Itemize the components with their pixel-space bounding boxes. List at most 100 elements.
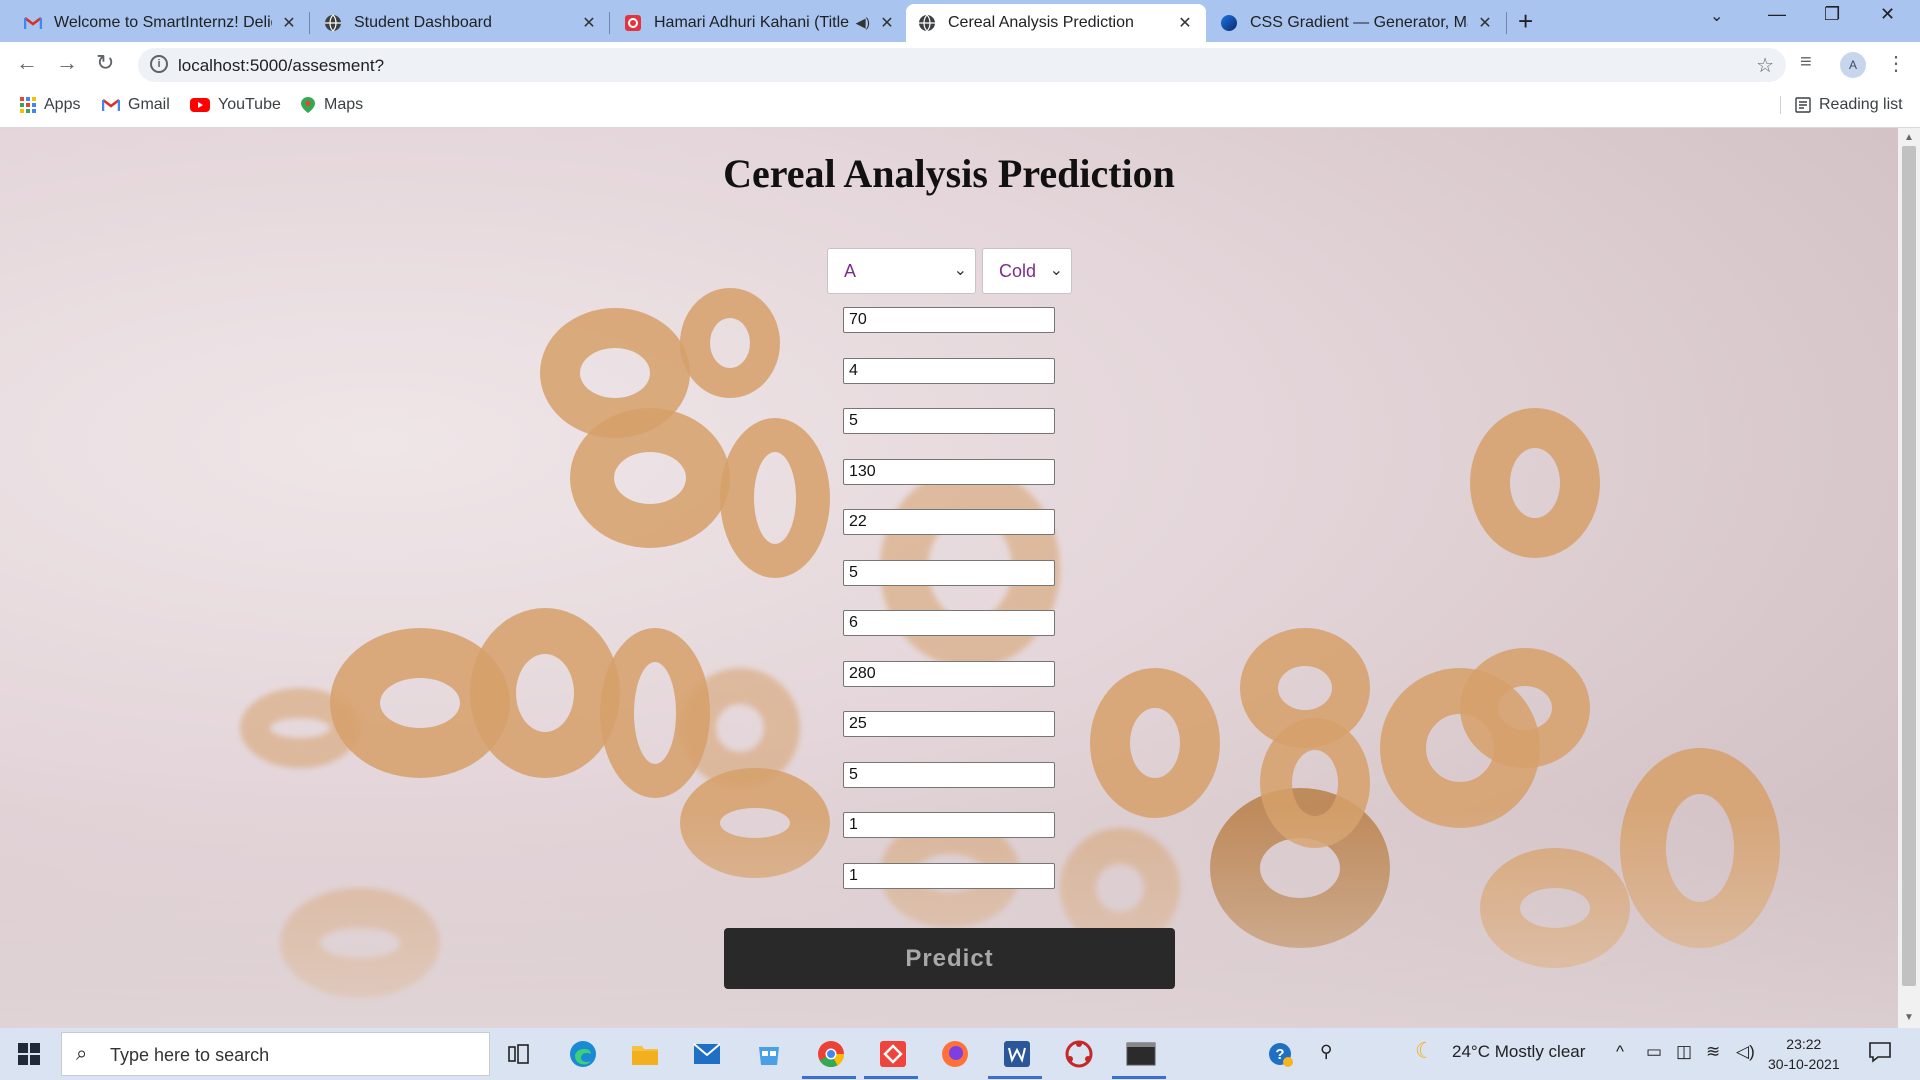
reading-list-icon xyxy=(1795,97,1811,113)
reading-list[interactable]: Reading list xyxy=(1780,96,1903,114)
youtube-icon xyxy=(190,98,210,112)
restore-icon[interactable]: ❐ xyxy=(1824,4,1840,25)
fiber-input[interactable] xyxy=(843,509,1055,535)
bookmark-star-icon[interactable]: ☆ xyxy=(1756,53,1774,78)
ubuntu-icon[interactable] xyxy=(1062,1038,1096,1070)
vitamins-input[interactable] xyxy=(843,711,1055,737)
tab-student-dashboard[interactable]: Student Dashboard ✕ xyxy=(312,4,610,42)
weather-moon-icon: ☾ xyxy=(1415,1038,1435,1063)
mail-icon[interactable] xyxy=(690,1038,724,1070)
show-hidden-icons-icon[interactable]: ^ xyxy=(1616,1042,1624,1062)
close-tab-icon[interactable]: ✕ xyxy=(1476,13,1494,33)
reading-list-label: Reading list xyxy=(1819,96,1903,113)
scrollbar-thumb[interactable] xyxy=(1902,146,1916,986)
tab-divider xyxy=(609,12,610,34)
minimize-icon[interactable]: — xyxy=(1768,4,1786,25)
windows-start-icon[interactable] xyxy=(18,1043,40,1065)
help-icon[interactable]: ? xyxy=(1268,1042,1294,1073)
people-icon[interactable]: ⚲ xyxy=(1320,1042,1332,1062)
gmail-icon xyxy=(24,14,42,32)
calories-input[interactable] xyxy=(843,307,1055,333)
search-icon: ⌕ xyxy=(76,1043,88,1065)
terminal-icon[interactable] xyxy=(1124,1038,1158,1070)
site-info-icon[interactable]: i xyxy=(150,55,168,73)
reload-icon[interactable]: ↻ xyxy=(96,50,114,76)
carbo-input[interactable] xyxy=(843,560,1055,586)
tab-music[interactable]: Hamari Adhuri Kahani (Title T ◀) ✕ xyxy=(612,4,908,42)
fat-input[interactable] xyxy=(843,408,1055,434)
close-tab-icon[interactable]: ✕ xyxy=(1176,13,1194,33)
media-control-icon[interactable]: ≡ xyxy=(1800,51,1812,74)
tab-search-icon[interactable]: ⌄ xyxy=(1710,6,1723,26)
tab-divider xyxy=(1506,12,1507,34)
volume-icon[interactable]: ◁) xyxy=(1736,1042,1755,1062)
word-icon[interactable] xyxy=(1000,1038,1034,1070)
clock-time: 23:22 xyxy=(1786,1036,1822,1052)
shelf-input[interactable] xyxy=(843,762,1055,788)
close-tab-icon[interactable]: ✕ xyxy=(878,13,896,33)
file-explorer-icon[interactable] xyxy=(628,1038,662,1070)
address-bar[interactable]: i localhost:5000/assesment? ☆ xyxy=(138,48,1786,82)
bookmark-youtube[interactable]: YouTube xyxy=(190,96,281,114)
edge-icon[interactable] xyxy=(566,1038,600,1070)
anydesk-icon[interactable] xyxy=(876,1038,910,1070)
weight-input[interactable] xyxy=(843,812,1055,838)
forward-icon[interactable]: → xyxy=(56,50,78,76)
chevron-down-icon: ⌄ xyxy=(1049,262,1063,279)
music-icon xyxy=(624,14,642,32)
sugars-input[interactable] xyxy=(843,610,1055,636)
bookmark-gmail[interactable]: Gmail xyxy=(102,96,170,114)
windows-taskbar: ⌕ Type here to search ? ⚲ ☾ 24°C Mostly … xyxy=(0,1028,1920,1080)
back-icon[interactable]: ← xyxy=(16,50,38,76)
menu-icon[interactable]: ⋮ xyxy=(1886,51,1906,76)
tab-title: Student Dashboard xyxy=(354,14,492,31)
tab-cereal-analysis[interactable]: Cereal Analysis Prediction ✕ xyxy=(906,4,1206,42)
sodium-input[interactable] xyxy=(843,459,1055,485)
taskbar-search[interactable]: ⌕ Type here to search xyxy=(61,1032,490,1076)
bookmark-label: Maps xyxy=(324,96,364,113)
close-tab-icon[interactable]: ✕ xyxy=(280,13,298,33)
speaker-icon[interactable]: ◀) xyxy=(856,15,870,31)
profile-avatar[interactable]: A xyxy=(1840,52,1866,78)
wifi-icon[interactable]: ≋ xyxy=(1706,1042,1720,1062)
bookmark-apps[interactable]: Apps xyxy=(20,96,80,114)
task-view-icon[interactable] xyxy=(502,1038,536,1070)
potass-input[interactable] xyxy=(843,661,1055,687)
page-scrollbar[interactable]: ▲ ▼ xyxy=(1898,128,1920,1028)
clock-date: 30-10-2021 xyxy=(1768,1056,1840,1072)
globe-icon xyxy=(324,14,342,32)
new-tab-icon[interactable]: + xyxy=(1518,6,1533,37)
cups-input[interactable] xyxy=(843,863,1055,889)
meet-now-icon[interactable]: ◫ xyxy=(1676,1042,1692,1062)
apps-grid-icon xyxy=(20,97,36,113)
battery-icon[interactable]: ▭ xyxy=(1646,1042,1662,1062)
url-text[interactable]: localhost:5000/assesment? xyxy=(178,56,384,76)
chrome-icon[interactable] xyxy=(814,1038,848,1070)
tab-smartinternz[interactable]: Welcome to SmartInternz! Deligh ✕ xyxy=(12,4,310,42)
firefox-icon[interactable] xyxy=(938,1038,972,1070)
protein-input[interactable] xyxy=(843,358,1055,384)
active-app-indicator xyxy=(988,1076,1042,1079)
manufacturer-select[interactable]: A ⌄ xyxy=(827,248,976,294)
store-icon[interactable] xyxy=(752,1038,786,1070)
type-select[interactable]: Cold ⌄ xyxy=(982,248,1072,294)
close-tab-icon[interactable]: ✕ xyxy=(580,13,598,33)
bookmarks-bar: Apps Gmail YouTube Maps Reading list xyxy=(0,88,1920,128)
bookmark-label: YouTube xyxy=(218,96,281,113)
close-window-icon[interactable]: ✕ xyxy=(1880,4,1895,25)
tab-title: Cereal Analysis Prediction xyxy=(948,14,1134,31)
bookmark-maps[interactable]: Maps xyxy=(300,96,363,114)
predict-button[interactable]: Predict xyxy=(724,928,1175,989)
maps-icon xyxy=(300,96,316,114)
notifications-icon[interactable] xyxy=(1868,1040,1892,1069)
page-content: Cereal Analysis Prediction A ⌄ Cold ⌄ Pr… xyxy=(0,128,1898,1028)
browser-toolbar: ← → ↻ i localhost:5000/assesment? ☆ ≡ A … xyxy=(0,42,1920,88)
taskbar-clock[interactable]: 23:22 30-10-2021 xyxy=(1768,1034,1840,1074)
weather-text[interactable]: 24°C Mostly clear xyxy=(1452,1042,1585,1062)
svg-text:?: ? xyxy=(1275,1046,1284,1063)
tab-css-gradient[interactable]: CSS Gradient — Generator, Make ✕ xyxy=(1208,4,1506,42)
scroll-up-icon[interactable]: ▲ xyxy=(1904,132,1914,143)
active-app-indicator xyxy=(864,1076,918,1079)
scroll-down-icon[interactable]: ▼ xyxy=(1904,1012,1914,1023)
globe-icon xyxy=(918,14,936,32)
